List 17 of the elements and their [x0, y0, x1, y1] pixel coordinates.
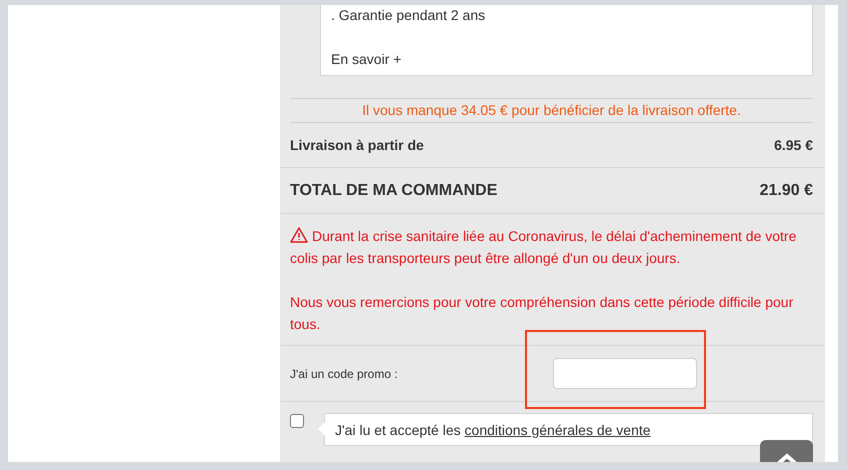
promo-label: J'ai un code promo : — [290, 366, 399, 380]
terms-link[interactable]: conditions générales de vente — [464, 422, 651, 438]
chevron-up-icon — [776, 452, 798, 462]
terms-text: J'ai lu et accepté les conditions générales de vente — [335, 422, 651, 438]
promo-code-field[interactable] — [553, 358, 697, 389]
info-text: En savoir + — [331, 51, 402, 67]
terms-checkbox[interactable] — [290, 414, 304, 428]
free-shipping-notice: Il vous manque 34.05 € pour bénéficier de la livraison offerte. — [290, 98, 813, 123]
info-text: . Garantie pendant 2 ans — [331, 7, 486, 23]
total-value: 21.90 € — [760, 182, 813, 200]
warning-icon — [290, 227, 308, 243]
delivery-label: Livraison à partir de — [290, 137, 424, 153]
scroll-top-button[interactable] — [760, 440, 813, 462]
warning-text: Nous vous remercions pour votre compréhension dans cette période difficile pour tous. — [290, 293, 794, 334]
total-label: TOTAL DE MA COMMANDE — [290, 182, 498, 200]
delivery-value: 6.95 € — [774, 137, 813, 153]
warning-text: Durant la crise sanitaire liée au Coronavirus, le délai d'acheminement de votre colis par les transporteurs peut être allongé d'un ou deux jours. — [290, 226, 798, 268]
